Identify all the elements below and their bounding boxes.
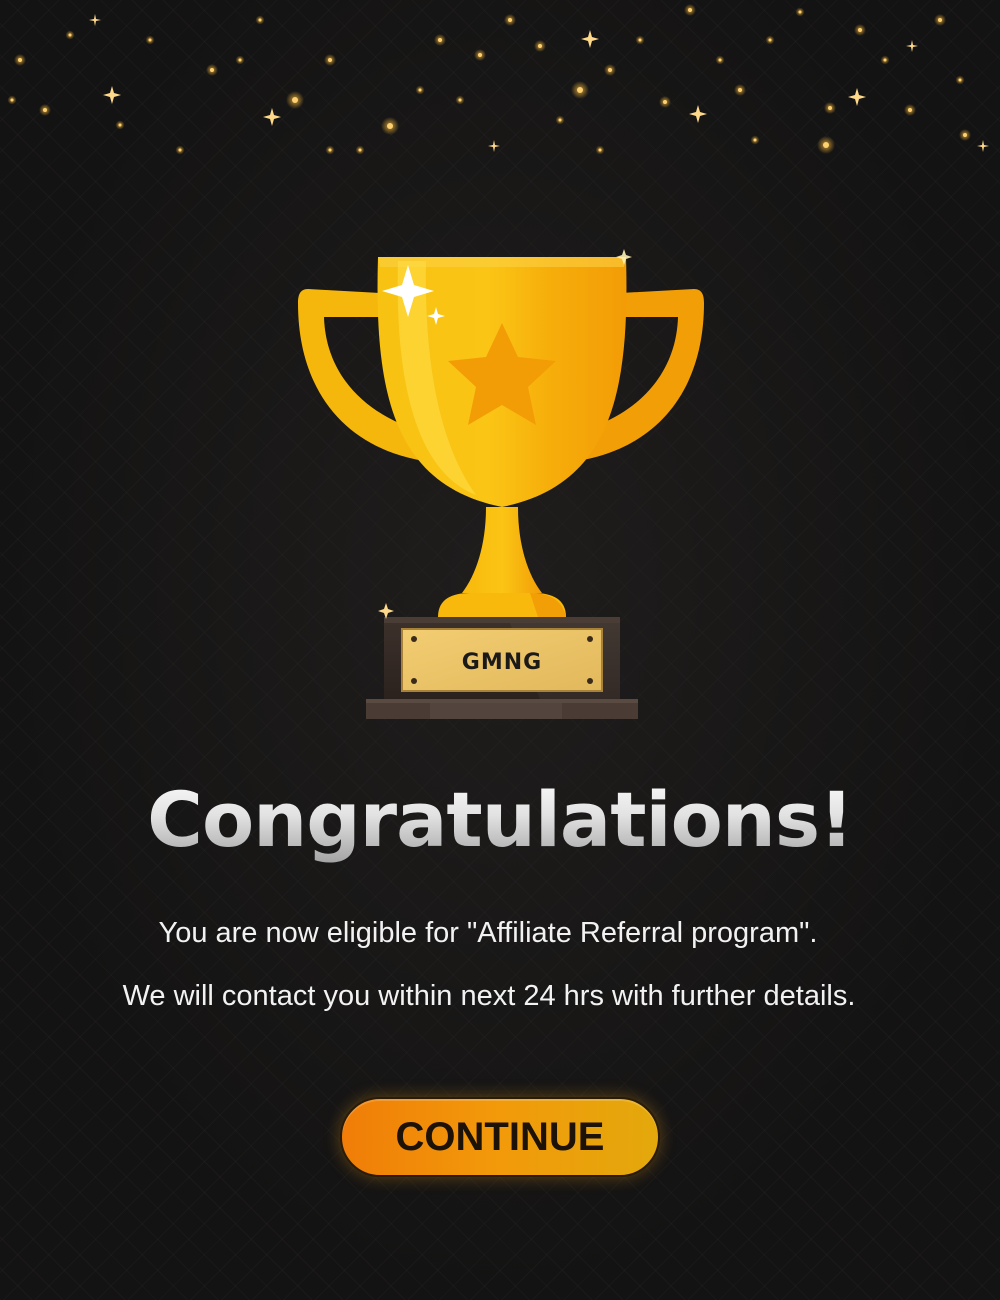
eligibility-message: You are now eligible for "Affiliate Refe… [158,917,818,949]
trophy-icon: GMNG [298,249,704,719]
congratulations-heading: Congratulations! [0,772,1000,868]
sparkles-decoration [7,4,989,155]
plaque-logo-text: GMNG [462,650,542,675]
continue-button[interactable]: CONTINUE [340,1097,660,1177]
contact-message: We will contact you within next 24 hrs w… [122,980,856,1012]
